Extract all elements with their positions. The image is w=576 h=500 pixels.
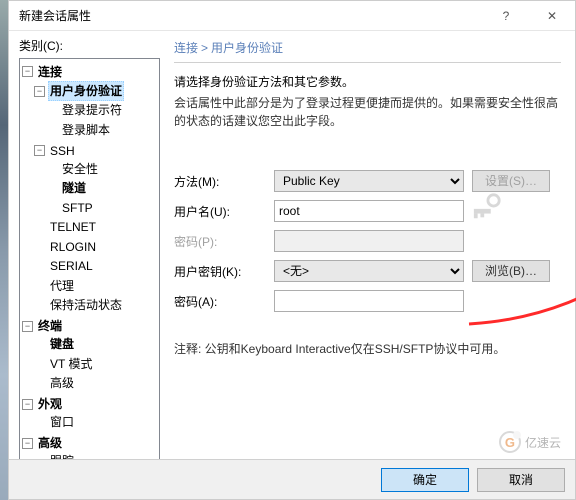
tree-telnet[interactable]: TELNET <box>34 218 98 236</box>
tree-security[interactable]: 安全性 <box>46 160 100 178</box>
browse-button[interactable]: 浏览(B)… <box>472 260 550 282</box>
footer: 确定 取消 <box>9 459 575 499</box>
tree-keyboard[interactable]: 键盘 <box>34 335 76 353</box>
key-icon <box>472 192 502 222</box>
tree-advanced-t[interactable]: 高级 <box>34 374 76 392</box>
tree-login-prompt[interactable]: 登录提示符 <box>46 101 124 119</box>
tree-tunnel[interactable]: 隧道 <box>46 179 88 197</box>
username-label: 用户名(U): <box>174 203 274 220</box>
bc-connect[interactable]: 连接 <box>174 41 198 55</box>
tree-serial[interactable]: SERIAL <box>34 257 95 275</box>
tree-sftp[interactable]: SFTP <box>46 199 95 217</box>
tree-appearance[interactable]: −外观 <box>22 395 64 413</box>
note: 注释: 公钥和Keyboard Interactive仅在SSH/SFTP协议中… <box>174 340 561 357</box>
help-button[interactable]: ? <box>483 1 529 31</box>
userkey-label: 用户密钥(K): <box>174 263 274 280</box>
tree-auth[interactable]: −用户身份验证 <box>34 81 124 101</box>
tree-login-script[interactable]: 登录脚本 <box>46 121 112 139</box>
password2-label: 密码(A): <box>174 293 274 310</box>
ok-button[interactable]: 确定 <box>381 468 469 492</box>
tree-vtmode[interactable]: VT 模式 <box>34 355 94 373</box>
tree-terminal[interactable]: −终端 <box>22 317 64 335</box>
settings-button[interactable]: 设置(S)… <box>472 170 550 192</box>
dialog: 新建会话属性 ? ✕ 类别(C): −连接 −用户身份验证 登录提示符 登录脚本 <box>8 0 576 500</box>
left-gutter <box>0 0 8 500</box>
window-title: 新建会话属性 <box>19 7 483 24</box>
tree-ssh[interactable]: −SSH <box>34 142 77 160</box>
tree-window[interactable]: 窗口 <box>34 413 76 431</box>
tree-rlogin[interactable]: RLOGIN <box>34 238 98 256</box>
method-label: 方法(M): <box>174 173 274 190</box>
bc-auth: 用户身份验证 <box>211 41 283 55</box>
userkey-select[interactable]: <无> <box>274 260 464 282</box>
password2-input[interactable] <box>274 290 464 312</box>
tree-advanced[interactable]: −高级 <box>22 434 64 452</box>
password1-input <box>274 230 464 252</box>
category-label: 类别(C): <box>19 37 160 54</box>
desc1: 请选择身份验证方法和其它参数。 <box>174 73 561 90</box>
divider <box>174 62 561 63</box>
close-button[interactable]: ✕ <box>529 1 575 31</box>
desc2: 会话属性中此部分是为了登录过程更便捷而提供的。如果需要安全性很高的状态的话建议您… <box>174 94 561 130</box>
right-panel: 连接>用户身份验证 请选择身份验证方法和其它参数。 会话属性中此部分是为了登录过… <box>164 31 575 461</box>
cancel-button[interactable]: 取消 <box>477 468 565 492</box>
category-tree[interactable]: −连接 −用户身份验证 登录提示符 登录脚本 −SSH 安全性 <box>19 58 160 472</box>
breadcrumb: 连接>用户身份验证 <box>174 39 561 62</box>
tree-proxy[interactable]: 代理 <box>34 277 76 295</box>
password1-label: 密码(P): <box>174 233 274 250</box>
tree-connect[interactable]: −连接 <box>22 63 64 81</box>
method-select[interactable]: Public Key <box>274 170 464 192</box>
tree-keepalive[interactable]: 保持活动状态 <box>34 296 124 314</box>
username-input[interactable] <box>274 200 464 222</box>
titlebar: 新建会话属性 ? ✕ <box>9 1 575 31</box>
